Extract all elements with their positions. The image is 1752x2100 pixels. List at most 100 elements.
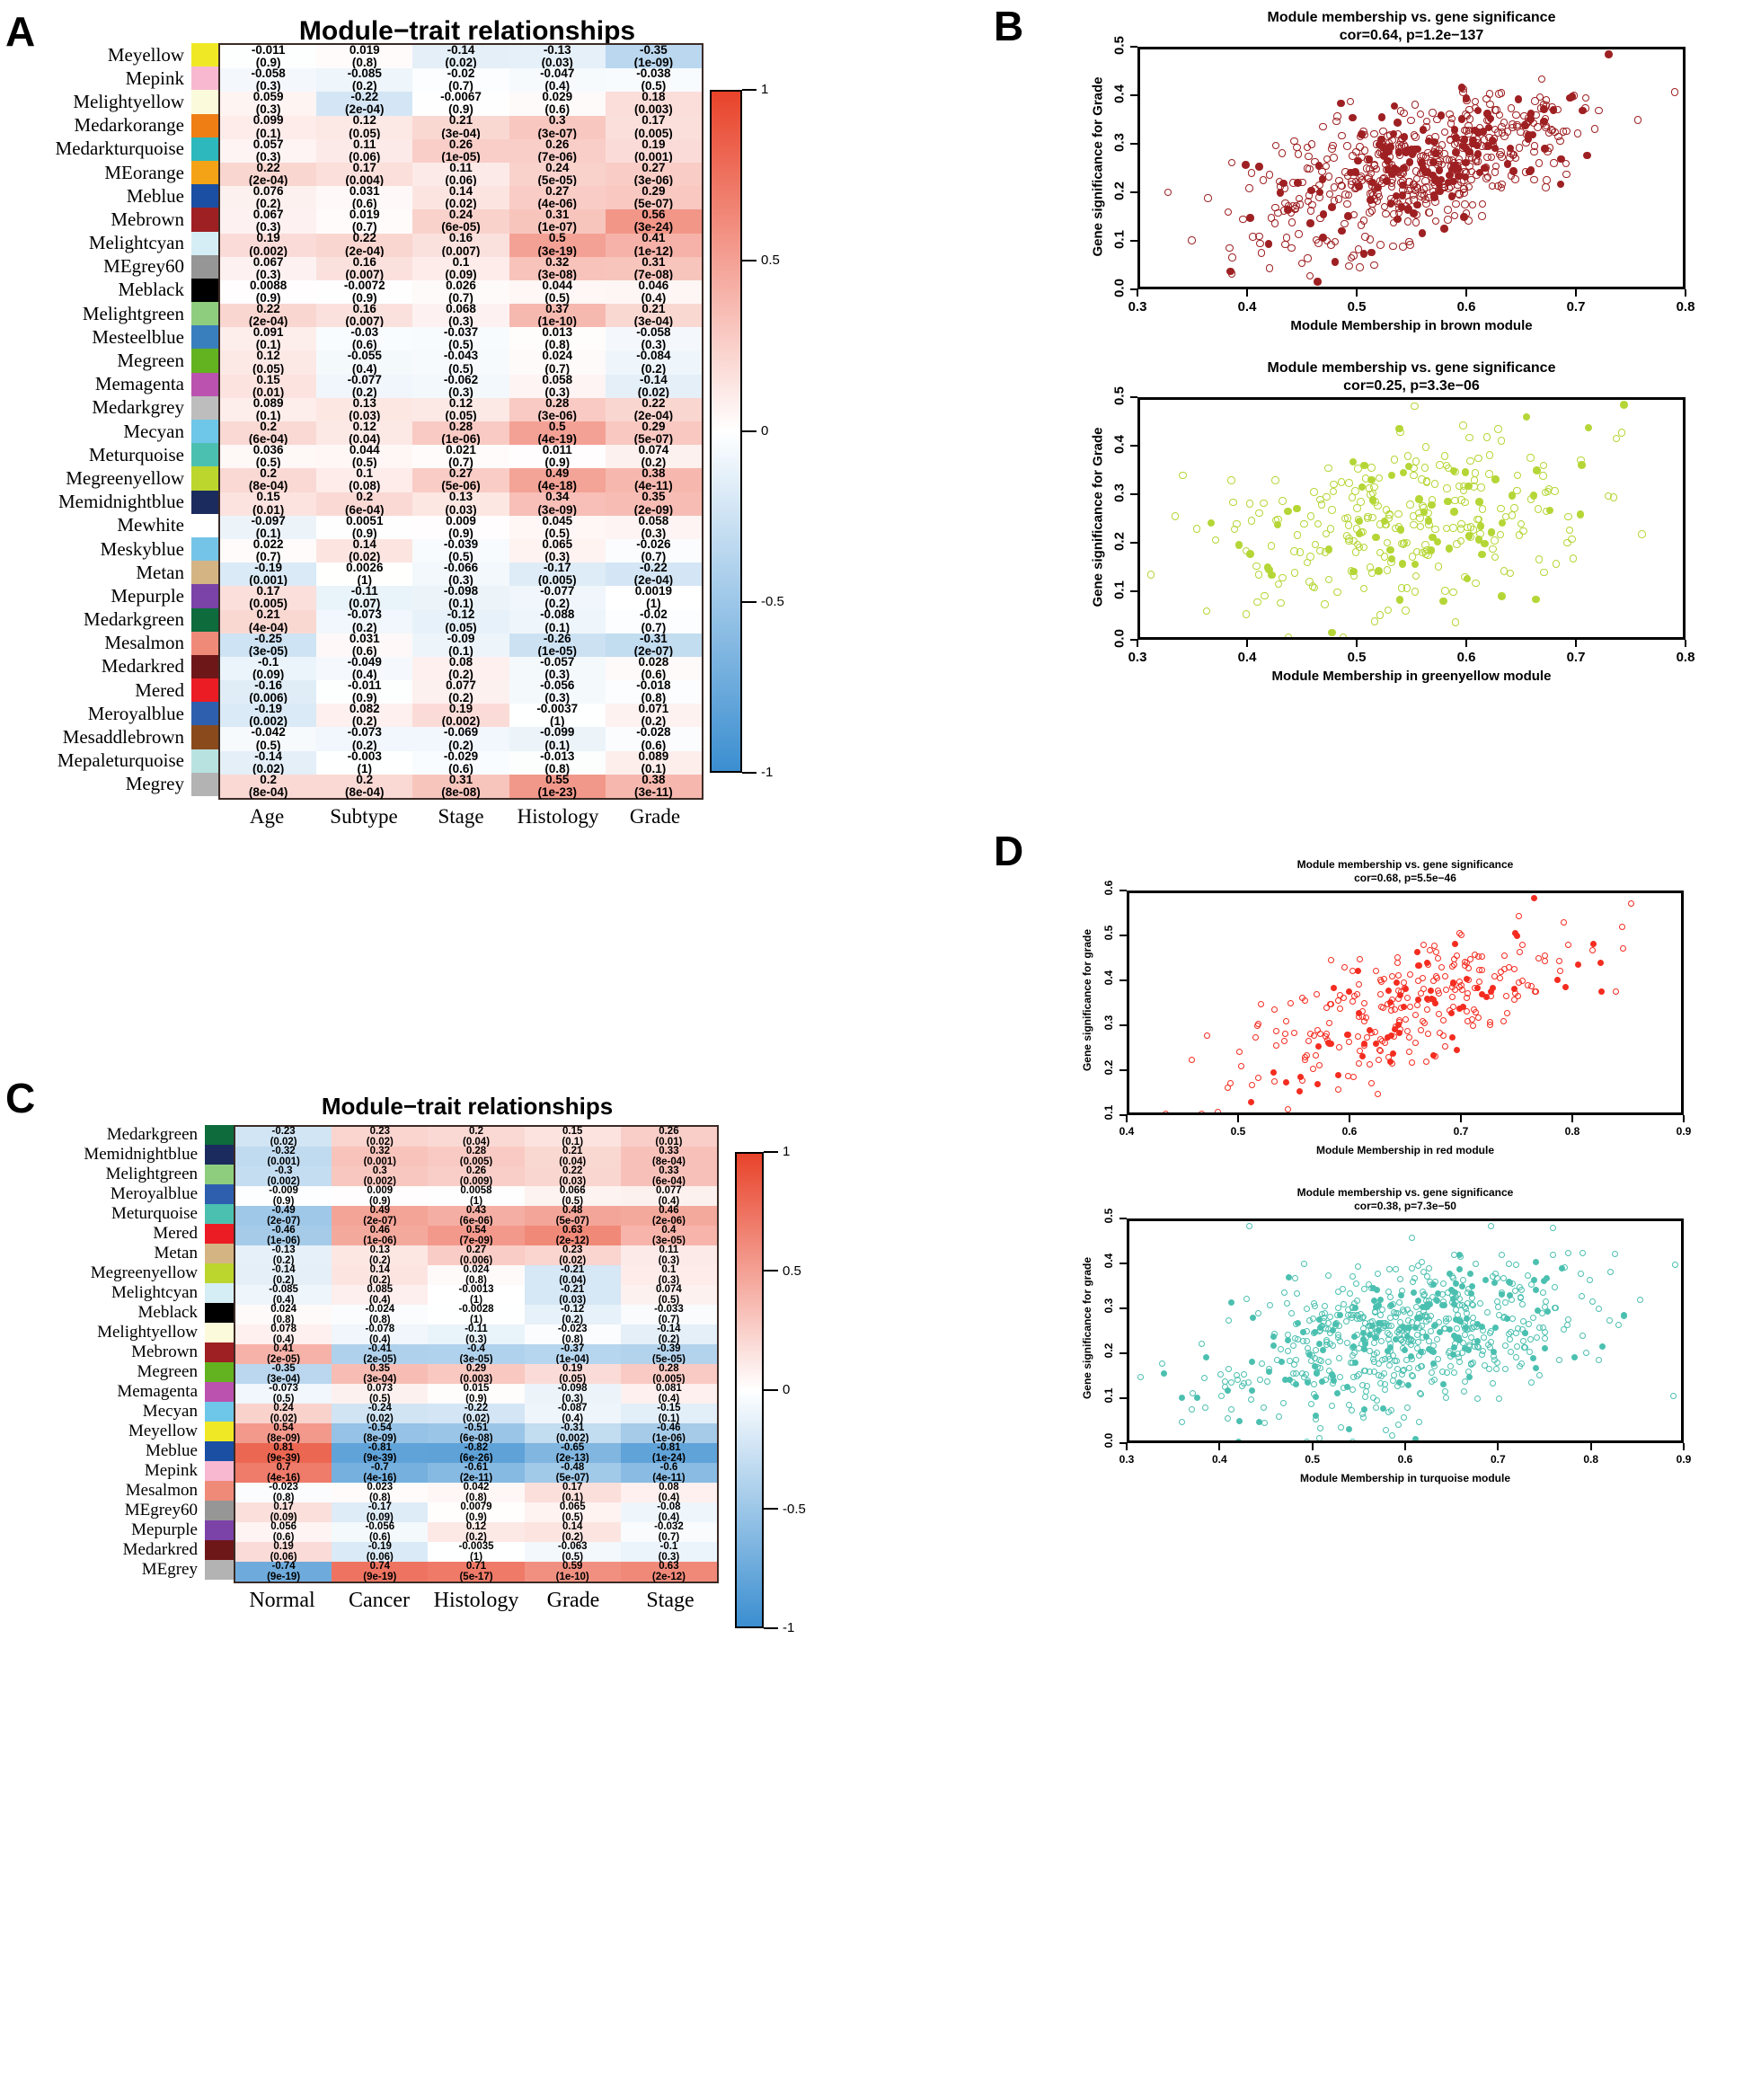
scatter-point [1303, 164, 1312, 173]
scatter-point [1438, 1368, 1446, 1375]
heatmap-cell: 0.009 (0.9) [412, 514, 509, 540]
heatmap-row: 0.089 (0.1) 0.13 (0.03) 0.12 (0.05) 0.28 (3e-06… [220, 395, 703, 422]
scatter-point [1259, 176, 1268, 184]
cell-correlation: -0.038 [636, 66, 671, 81]
scatter-point [1475, 966, 1482, 973]
cell-correlation: -0.069 [443, 725, 479, 740]
heatmap-row: 0.067 (0.3) 0.16 (0.007) 0.1 (0.09) 0.32 (3e-08… [220, 255, 703, 280]
heatmap-cell: 0.1 (0.08) [316, 467, 413, 492]
scatter-point [1310, 1032, 1317, 1039]
y-axis-label: Gene significance for grade [1081, 1256, 1093, 1400]
cell-correlation: 0.08 [448, 654, 473, 669]
colorbar-tick-mark [742, 430, 757, 432]
scatter-point [1337, 1374, 1344, 1381]
scatter-point [1451, 1369, 1458, 1377]
scatter-point [1398, 1287, 1405, 1294]
panel-a-colorbar [710, 90, 742, 773]
cell-correlation: -0.084 [636, 349, 671, 363]
scatter-point [1189, 1389, 1196, 1396]
colorbar-tick: -0.5 [764, 1502, 806, 1517]
scatter-point [1358, 130, 1366, 138]
x-tick-label: 0.8 [1676, 650, 1695, 665]
scatter-point [1322, 1302, 1329, 1309]
module-color-swatch [191, 607, 218, 632]
cell-correlation: 0.024 [270, 1303, 296, 1315]
x-tick-mark [1575, 289, 1577, 297]
cell-correlation: 0.22 [642, 395, 666, 410]
heatmap-cell: 0.5 (3e-19) [509, 232, 606, 257]
cell-correlation: 0.13 [369, 1244, 390, 1255]
cell-correlation: 0.0051 [346, 513, 384, 527]
panel-c-colorbar [735, 1152, 764, 1628]
cell-correlation: -0.22 [640, 561, 668, 575]
cell-correlation: -0.013 [540, 749, 575, 763]
scatter-point [1459, 84, 1467, 93]
scatter-point [1337, 99, 1345, 108]
scatter-point [1534, 1334, 1541, 1341]
heatmap-cell: -0.038 (0.5) [605, 66, 703, 93]
cell-correlation: 0.078 [270, 1323, 296, 1334]
scatter-point [1189, 1056, 1196, 1063]
scatter-point [1178, 1418, 1185, 1425]
heatmap-cell: -0.028 (0.6) [605, 726, 703, 751]
scatter-point [1394, 215, 1402, 224]
x-tick-label: 0.7 [1490, 1453, 1506, 1466]
scatter-point [1376, 241, 1385, 249]
scatter-point [1334, 1304, 1341, 1311]
scatter-point [1385, 987, 1392, 994]
heatmap-cell: -0.17 (0.005) [509, 561, 606, 587]
x-tick-mark [1465, 289, 1467, 297]
cell-correlation: -0.098 [443, 584, 479, 598]
scatter-point [1284, 1299, 1291, 1307]
scatter-point [1371, 1351, 1378, 1358]
module-color-swatch [191, 43, 218, 67]
cell-correlation: -0.023 [557, 1323, 588, 1334]
scatter-point [1272, 1042, 1279, 1050]
scatter-point [1431, 133, 1439, 141]
heatmap-x-axis: Normal Cancer Histology Grade Stage [234, 1589, 719, 1613]
heatmap-row: 0.078 (0.4) -0.078 (0.4) -0.11 (0.3) -0.023 (0.… [235, 1323, 718, 1345]
cell-correlation: 0.0026 [346, 561, 384, 575]
scatter-point [1539, 1309, 1546, 1316]
heatmap-cell: 0.21 (4e-04) [220, 608, 317, 634]
scatter-point [1452, 148, 1460, 156]
scatter-point [1308, 200, 1316, 209]
cell-correlation: 0.12 [448, 395, 473, 410]
x-tick-mark [1246, 640, 1248, 647]
cell-correlation: -0.41 [367, 1342, 392, 1354]
scatter-point [1398, 560, 1407, 568]
scatter-point [1517, 948, 1524, 955]
module-color-swatch [191, 325, 218, 350]
y-tick-label: 0.1 [1102, 1387, 1115, 1404]
scatter-point [1456, 191, 1464, 199]
scatter-point [1265, 565, 1273, 574]
heatmap-cell: 0.019 (0.7) [316, 208, 413, 234]
heatmap-cell: -0.74 (9e-19) [235, 1561, 332, 1582]
cell-pvalue: (9e-19) [363, 1572, 397, 1582]
scatter-point [1282, 234, 1290, 242]
scatter-point [1327, 1041, 1334, 1048]
scatter-point [1377, 1003, 1385, 1010]
scatter-point [1468, 1015, 1475, 1023]
cell-correlation: 0.55 [545, 772, 570, 786]
scatter-point [1529, 1314, 1536, 1321]
scatter-point [1353, 504, 1361, 512]
cell-correlation: -0.23 [271, 1125, 296, 1137]
cell-correlation: 0.17 [256, 584, 280, 598]
heatmap-cell: 0.63 (2e-12) [620, 1561, 718, 1582]
cell-correlation: -0.058 [636, 325, 671, 340]
module-label: Megrey [125, 773, 184, 795]
cell-correlation: 0.068 [446, 301, 476, 315]
scatter-point [1372, 968, 1379, 975]
cell-correlation: -0.13 [543, 42, 571, 57]
scatter-point [1485, 451, 1494, 459]
heatmap-cell: 0.63 (2e-12) [524, 1225, 621, 1246]
cell-correlation: 0.46 [659, 1204, 679, 1216]
scatter-point [1276, 189, 1285, 197]
module-label: Medarkgreen [84, 608, 184, 631]
module-label: Mesalmon [125, 1481, 198, 1500]
scatter-point [1321, 548, 1330, 556]
scatter-point [1291, 1029, 1298, 1036]
heatmap-cell: 0.26 (7e-06) [509, 137, 606, 164]
scatter-point [1554, 977, 1562, 984]
